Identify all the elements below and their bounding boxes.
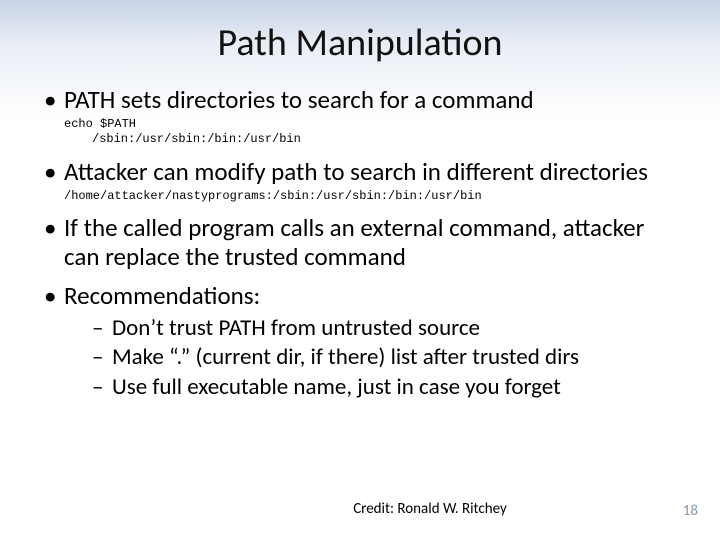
code-line: /sbin:/usr/sbin:/bin:/usr/bin [64, 132, 301, 146]
bullet-text: If the called program calls an external … [64, 212, 644, 272]
credit-line: Credit: Ronald W. Ritchey [70, 500, 720, 518]
sub-item-full-name: Use full executable name, just in case y… [92, 374, 680, 402]
sub-text: Use full executable name, just in case y… [112, 373, 561, 401]
page-number: 18 [683, 502, 698, 520]
code-line: echo $PATH [64, 117, 136, 131]
bullet-text: Attacker can modify path to search in di… [64, 156, 648, 187]
sub-list: Don’t trust PATH from untrusted source M… [64, 315, 680, 402]
bullet-text: Recommendations: [64, 280, 260, 311]
sub-text: Make “.” (current dir, if there) list af… [112, 343, 579, 371]
sub-item-make-dot: Make “.” (current dir, if there) list af… [92, 344, 680, 372]
slide: Path Manipulation PATH sets directories … [0, 0, 720, 540]
bullet-text: PATH sets directories to search for a co… [64, 84, 534, 115]
code-block-path: /home/attacker/nastyprograms:/sbin:/usr/… [64, 189, 680, 205]
bullet-attacker-modify: Attacker can modify path to search in di… [40, 158, 680, 204]
bullet-list: PATH sets directories to search for a co… [40, 86, 680, 401]
bullet-called-program: If the called program calls an external … [40, 214, 680, 272]
sub-text: Don’t trust PATH from untrusted source [112, 314, 480, 342]
slide-title: Path Manipulation [0, 0, 720, 76]
code-line: /home/attacker/nastyprograms:/sbin:/usr/… [64, 189, 482, 203]
bullet-recommendations: Recommendations: Don’t trust PATH from u… [40, 282, 680, 402]
sub-item-dont-trust: Don’t trust PATH from untrusted source [92, 315, 680, 343]
code-block-echo: echo $PATH /sbin:/usr/sbin:/bin:/usr/bin [64, 117, 680, 148]
slide-content: PATH sets directories to search for a co… [0, 86, 720, 401]
bullet-path-sets: PATH sets directories to search for a co… [40, 86, 680, 148]
